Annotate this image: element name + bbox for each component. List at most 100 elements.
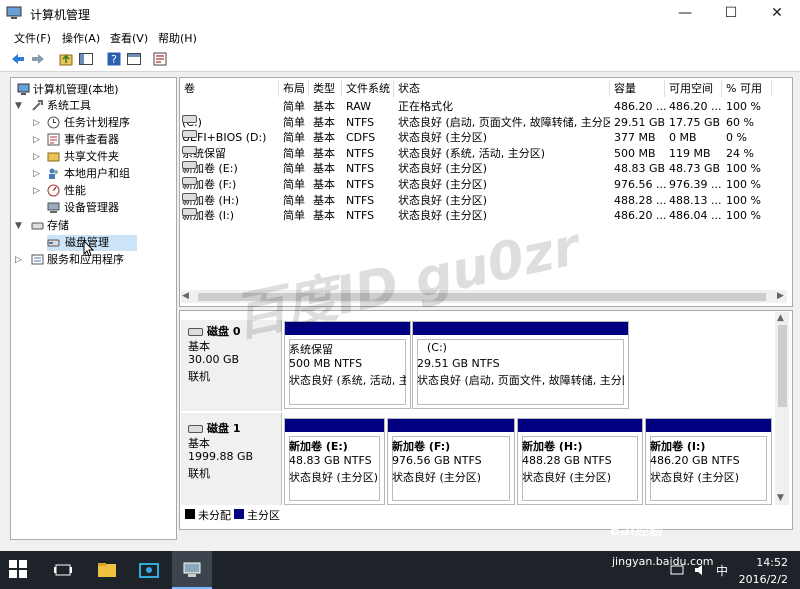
tree-item-event-viewer[interactable]: ▷ 事件查看器 — [33, 132, 173, 148]
partition-h[interactable]: 新加卷 (H:) 488.28 GB NTFS 状态良好 (主分区) — [517, 418, 643, 505]
column-header-status[interactable]: 状态 — [394, 80, 610, 97]
cell-fs: CDFS — [346, 131, 376, 145]
cell-type: 基本 — [313, 193, 335, 207]
computer-icon — [17, 83, 30, 95]
volume-icon — [182, 161, 197, 170]
navigation-tree: 计算机管理(本地) ▼ 系统工具 ▷ 任务计划程序 ▷ 事件查看器 ▷ 共享文件… — [10, 77, 177, 540]
table-row[interactable]: (C:) 简单基本 NTFS 状态良好 (启动, 页面文件, 故障转储, 主分区) 29… — [180, 114, 780, 131]
chevron-right-icon[interactable]: ▷ — [33, 115, 43, 131]
scroll-up-icon[interactable]: ▲ — [777, 313, 784, 323]
chevron-right-icon[interactable]: ▷ — [33, 132, 43, 148]
tree-item-system-tools[interactable]: ▼ 系统工具 — [15, 98, 173, 114]
windows-start-icon[interactable] — [9, 560, 27, 578]
table-row[interactable]: 新加卷 (F:) 简单 基本 NTFS 状态良好 (主分区) 976.56 ... 976.… — [180, 177, 780, 193]
partition-size: 48.83 GB NTFS — [289, 454, 372, 467]
cell-free: 48.73 GB — [669, 162, 721, 176]
partition-e[interactable]: 新加卷 (E:) 48.83 GB NTFS 状态良好 (主分区) — [284, 418, 385, 505]
ime-indicator[interactable]: 中 — [716, 562, 728, 579]
tree-label: 任务计划程序 — [64, 116, 130, 129]
cell-layout: 简单 — [283, 209, 305, 223]
tree-item-task-scheduler[interactable]: ▷ 任务计划程序 — [33, 115, 173, 131]
taskbar-clock[interactable]: 14:52 2016/2/2 — [739, 556, 788, 586]
menu-action[interactable]: 操作(A) — [62, 30, 100, 46]
tree-item-computer-management[interactable]: 计算机管理(本地) — [15, 82, 173, 98]
partition-bar — [518, 419, 642, 432]
cell-name: UEFI+BIOS (D:) — [182, 130, 279, 145]
file-explorer-icon[interactable] — [96, 559, 118, 581]
tree-item-storage[interactable]: ▼ 存储 — [15, 218, 173, 234]
tree-item-performance[interactable]: ▷ 性能 — [33, 183, 173, 199]
menu-file[interactable]: 文件(F) — [14, 30, 51, 46]
computer-management-taskbar-icon[interactable] — [181, 559, 203, 581]
chevron-down-icon[interactable]: ▼ — [15, 218, 25, 234]
mouse-cursor-icon — [83, 240, 95, 257]
chevron-down-icon[interactable]: ▼ — [15, 98, 25, 114]
partition-size: 500 MB NTFS — [289, 357, 363, 370]
cell-status: 状态良好 (主分区) — [398, 193, 488, 207]
tree-item-local-users[interactable]: ▷ 本地用户和组 — [33, 166, 173, 182]
task-view-icon[interactable] — [52, 559, 74, 581]
column-header-filesystem[interactable]: 文件系统 — [342, 80, 394, 97]
tree-item-device-manager[interactable]: 设备管理器 — [33, 200, 173, 216]
disk-kind: 基本 — [188, 340, 210, 353]
menu-help[interactable]: 帮助(H) — [158, 30, 197, 46]
partition-i[interactable]: 新加卷 (I:) 486.20 GB NTFS 状态良好 (主分区) — [645, 418, 772, 505]
disk-settings-icon[interactable] — [152, 51, 168, 67]
scroll-right-icon[interactable]: ▶ — [777, 291, 784, 301]
clock-date: 2016/2/2 — [738, 573, 788, 586]
cell-layout: 简单 — [283, 162, 305, 176]
watermark-url: jingyan.baidu.com — [612, 555, 714, 568]
partition-c[interactable]: (C:) 29.51 GB NTFS 状态良好 (启动, 页面文件, 故障转储,… — [412, 321, 629, 409]
chevron-right-icon[interactable]: ▷ — [33, 166, 43, 182]
table-row[interactable]: 系统保留 简单 基本 NTFS 状态良好 (系统, 活动, 主分区) 500 MB 119 … — [180, 145, 780, 162]
tree-item-shared-folders[interactable]: ▷ 共享文件夹 — [33, 149, 173, 165]
forward-arrow-icon[interactable] — [30, 51, 46, 67]
disk-state: 联机 — [188, 370, 210, 383]
up-folder-icon[interactable] — [58, 51, 74, 67]
chevron-right-icon[interactable]: ▷ — [33, 183, 43, 199]
column-header-percent-free[interactable]: % 可用 — [722, 80, 772, 97]
column-header-volume[interactable]: 卷 — [180, 80, 279, 97]
cell-status: 状态良好 (主分区) — [398, 162, 488, 176]
chevron-right-icon[interactable]: ▷ — [15, 252, 25, 268]
table-row[interactable]: 新加卷 (I:) 简单 基本 NTFS 状态良好 (主分区) 486.20 ... 486.… — [180, 208, 780, 224]
partition-name: 新加卷 (H:) — [522, 440, 583, 453]
partition-bar — [388, 419, 514, 432]
back-arrow-icon[interactable] — [10, 51, 26, 67]
close-button[interactable]: ✕ — [754, 0, 800, 26]
scroll-left-icon[interactable]: ◀ — [182, 291, 189, 301]
column-header-layout[interactable]: 布局 — [279, 80, 309, 97]
tree-label: 事件查看器 — [64, 133, 119, 146]
show-hide-tree-icon[interactable] — [78, 51, 94, 67]
partition-status: 状态良好 (系统, 活动, 主 — [289, 374, 406, 387]
table-row[interactable]: 新加卷 (H:) 简单 基本 NTFS 状态良好 (主分区) 488.28 ... 488.… — [180, 192, 780, 209]
tree-label: 共享文件夹 — [64, 150, 119, 163]
tree-label: 存储 — [47, 219, 69, 232]
table-row[interactable]: 简单 基本 RAW 正在格式化 486.20 ... 486.20 ... 100 % — [180, 99, 780, 115]
clock-time: 14:52 — [756, 556, 788, 569]
column-header-capacity[interactable]: 容量 — [610, 80, 665, 97]
disk-size: 30.00 GB — [188, 353, 240, 366]
cell-cap: 486.20 ... — [614, 100, 666, 113]
disk-icon — [188, 425, 203, 433]
vertical-scroll-thumb[interactable] — [778, 325, 787, 407]
cell-pct: 24 % — [726, 146, 754, 160]
minimize-button[interactable]: — — [662, 0, 708, 26]
help-icon[interactable]: ? — [106, 51, 122, 67]
chevron-right-icon[interactable]: ▷ — [33, 149, 43, 165]
column-header-type[interactable]: 类型 — [309, 80, 342, 97]
title-bar: 计算机管理 — ☐ ✕ — [0, 0, 800, 26]
scroll-down-icon[interactable]: ▼ — [777, 493, 784, 503]
photos-app-icon[interactable] — [138, 559, 160, 581]
table-row[interactable]: 新加卷 (E:) 简单 基本 NTFS 状态良好 (主分区) 48.83 GB 48.73 … — [180, 161, 780, 177]
tree-label: 本地用户和组 — [64, 167, 130, 180]
properties-icon[interactable] — [126, 51, 142, 67]
volume-icon — [182, 145, 197, 154]
partition-f[interactable]: 新加卷 (F:) 976.56 GB NTFS 状态良好 (主分区) — [387, 418, 515, 505]
maximize-button[interactable]: ☐ — [708, 0, 754, 26]
partition-size: 976.56 GB NTFS — [392, 454, 482, 467]
table-row[interactable]: UEFI+BIOS (D:) 简单 基本 CDFS 状态良好 (主分区) 377 MB 0 … — [180, 130, 780, 146]
disk-1-label[interactable]: 磁盘 1 基本 1999.88 GB 联机 — [181, 413, 282, 505]
menu-view[interactable]: 查看(V) — [110, 30, 148, 46]
column-header-free-space[interactable]: 可用空间 — [665, 80, 722, 97]
